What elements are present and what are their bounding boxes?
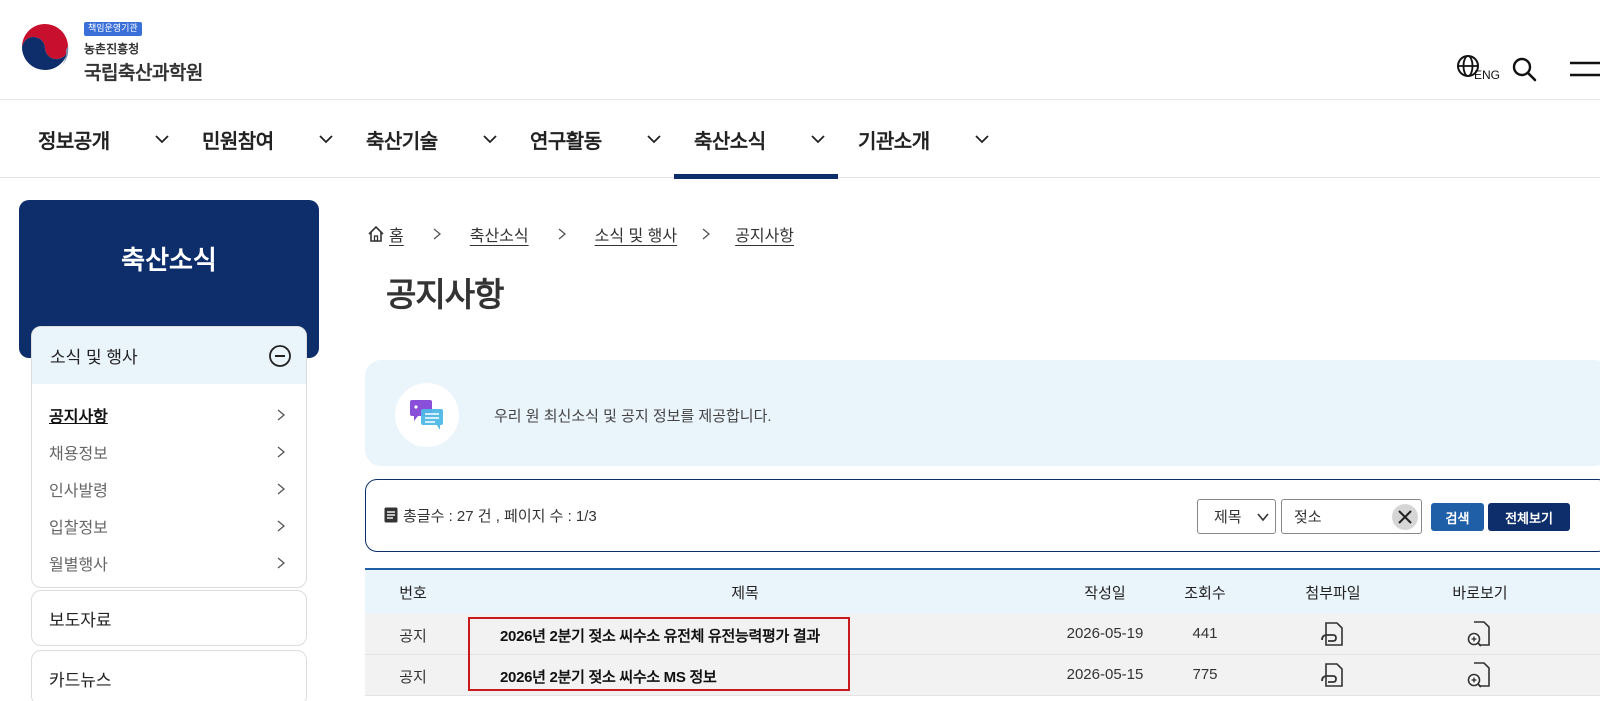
search-input[interactable]: 젖소 (1281, 499, 1422, 534)
column-header-date: 작성일 (1084, 585, 1126, 602)
view-all-button[interactable]: 전체보기 (1488, 503, 1570, 531)
language-label: ENG (1474, 68, 1501, 82)
attachment-file-icon[interactable] (1320, 662, 1346, 688)
language-button[interactable]: ENG (1456, 52, 1504, 86)
header-utilities: ENG (1456, 52, 1600, 86)
chevron-right-icon (277, 520, 286, 532)
page-title: 공지사항 (386, 276, 504, 313)
collapse-minus-icon (269, 345, 291, 367)
preview-zoom-icon[interactable] (1465, 661, 1493, 689)
breadcrumb-level1[interactable]: 축산소식 (470, 222, 529, 246)
close-icon (1398, 510, 1412, 524)
search-button[interactable]: 검색 (1431, 503, 1484, 531)
column-header-title: 제목 (731, 585, 759, 602)
sidebar-section-label: 소식 및 행사 (50, 348, 138, 367)
highlight-annotation-box (468, 617, 850, 691)
gnb-item-research[interactable]: 연구활동 (510, 100, 674, 178)
column-header-views: 조회수 (1184, 585, 1226, 602)
chevron-down-icon (975, 135, 989, 144)
breadcrumb: 홈 축산소식 소식 및 행사 공지사항 (367, 222, 794, 246)
search-field-select[interactable]: 제목 (1197, 499, 1276, 534)
sidebar-item-recruit[interactable]: 채용정보 (32, 433, 306, 470)
chevron-down-icon (647, 135, 661, 144)
column-header-attachment: 첨부파일 (1305, 585, 1361, 602)
taegeuk-logo-icon (20, 23, 70, 74)
sidebar-item-label: 공지사항 (49, 408, 108, 426)
sidebar-item-label: 보도자료 (49, 610, 112, 630)
chevron-down-icon (155, 135, 169, 144)
chevron-right-icon (277, 557, 286, 569)
sidebar-item-label: 월별행사 (49, 556, 108, 574)
info-icon-wrap (395, 383, 459, 447)
info-box: 우리 원 최신소식 및 공지 정보를 제공합니다. (365, 360, 1600, 466)
home-icon (368, 225, 384, 242)
chevron-down-icon (1257, 513, 1269, 522)
gnb-item-about[interactable]: 기관소개 (838, 100, 1002, 178)
search-query: 젖소 (1294, 509, 1322, 526)
main-navigation: 정보공개 민원참여 축산기술 연구활동 축산소식 기관소개 (0, 100, 1600, 179)
chevron-right-icon (277, 483, 286, 495)
sidebar-item-monthly-events[interactable]: 월별행사 (32, 544, 306, 581)
preview-zoom-icon[interactable] (1465, 620, 1493, 648)
gnb-label: 민원참여 (202, 130, 274, 153)
chat-bubbles-icon (410, 400, 443, 430)
sidebar-item-personnel[interactable]: 인사발령 (32, 470, 306, 507)
menu-icon[interactable] (1566, 55, 1600, 83)
row-date: 2026-05-19 (1066, 625, 1144, 642)
chevron-down-icon (319, 135, 333, 144)
column-header-no: 번호 (399, 585, 427, 602)
document-icon (384, 507, 398, 523)
search-bar: 총글수 : 27 건 , 페이지 수 : 1/3 제목 젖소 검색 전체보기 (365, 479, 1600, 552)
sidebar-item-label: 인사발령 (49, 482, 108, 500)
sidebar-section-box: 소식 및 행사 공지사항 채용정보 인사발령 입찰정보 월별행사 (31, 326, 307, 588)
chevron-right-icon (702, 228, 711, 240)
gnb-item-civil[interactable]: 민원참여 (182, 100, 346, 178)
chevron-right-icon (277, 409, 286, 421)
chevron-down-icon (811, 135, 825, 144)
row-date: 2026-05-15 (1066, 666, 1144, 683)
search-icon[interactable] (1510, 55, 1538, 83)
row-number: 공지 (399, 669, 427, 686)
sidebar-section-toggle[interactable]: 소식 및 행사 (32, 327, 306, 384)
sidebar-item-label: 채용정보 (49, 445, 108, 463)
clear-button[interactable] (1392, 504, 1418, 530)
chevron-right-icon (558, 228, 566, 240)
gnb-label: 연구활동 (530, 130, 602, 153)
sidebar-title: 축산소식 (121, 245, 217, 275)
gnb-item-tech[interactable]: 축산기술 (346, 100, 510, 178)
attachment-file-icon[interactable] (1320, 621, 1346, 647)
sidebar-item-notice[interactable]: 공지사항 (32, 396, 306, 433)
info-text: 우리 원 최신소식 및 공지 정보를 제공합니다. (494, 408, 772, 425)
chevron-down-icon (483, 135, 497, 144)
sidebar-item-bid[interactable]: 입찰정보 (32, 507, 306, 544)
search-field-value: 제목 (1214, 509, 1242, 526)
sidebar-item-label: 입찰정보 (49, 519, 108, 537)
gnb-label: 정보공개 (38, 130, 110, 153)
column-header-view: 바로보기 (1452, 585, 1508, 602)
table-header: 번호 제목 작성일 조회수 첨부파일 바로보기 (365, 568, 1600, 614)
gnb-label: 축산기술 (366, 130, 438, 153)
org-badge: 책임운영기관 (84, 22, 142, 36)
total-count-text: 총글수 : 27 건 , 페이지 수 : 1/3 (403, 508, 597, 525)
chevron-right-icon (433, 228, 441, 240)
chevron-right-icon (277, 446, 286, 458)
breadcrumb-level3[interactable]: 공지사항 (735, 222, 794, 246)
sidebar-item-cardnews[interactable]: 카드뉴스 (31, 650, 307, 701)
gnb-label: 기관소개 (858, 130, 930, 153)
sidebar-item-press[interactable]: 보도자료 (31, 590, 307, 646)
row-number: 공지 (399, 628, 427, 645)
org-name: 국립축산과학원 (84, 62, 203, 84)
breadcrumb-home[interactable]: 홈 (389, 222, 404, 246)
sidebar-item-label: 카드뉴스 (49, 670, 112, 690)
site-logo[interactable]: 책임운영기관 농촌진흥청 국립축산과학원 (18, 14, 203, 84)
row-views: 775 (1192, 666, 1218, 683)
row-views: 441 (1192, 625, 1218, 642)
breadcrumb-level2[interactable]: 소식 및 행사 (595, 222, 678, 246)
gnb-item-info[interactable]: 정보공개 (18, 100, 182, 178)
site-header: 책임운영기관 농촌진흥청 국립축산과학원 ENG (0, 0, 1600, 100)
org-parent-name: 농촌진흥청 (84, 42, 140, 56)
gnb-item-news[interactable]: 축산소식 (674, 100, 838, 179)
gnb-label: 축산소식 (694, 130, 766, 153)
